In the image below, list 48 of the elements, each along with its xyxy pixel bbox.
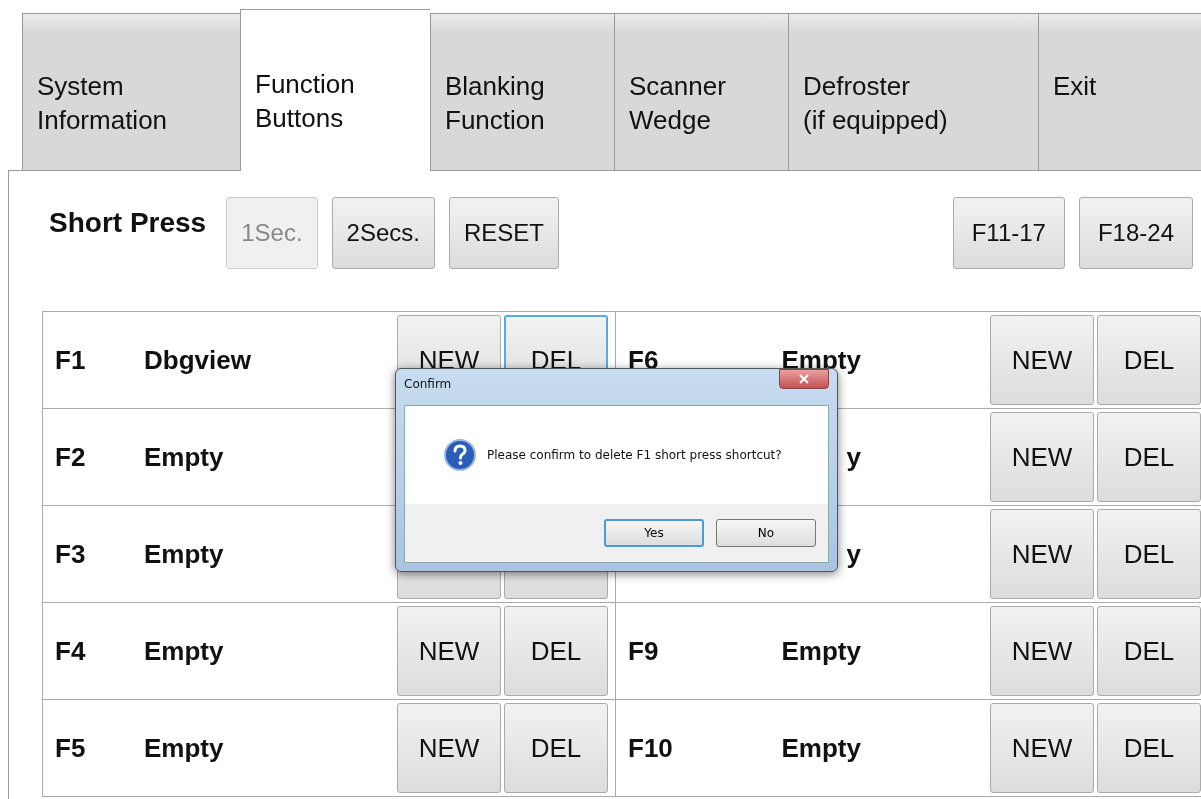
tab[interactable]: System Information [22, 13, 240, 171]
tab[interactable]: Defroster (if equipped) [788, 13, 1038, 171]
shortcut-label: y [846, 441, 861, 472]
key-label: F9 [627, 635, 660, 667]
new-button[interactable]: NEW [397, 703, 501, 793]
delete-button[interactable]: DEL [1097, 412, 1201, 502]
tab[interactable]: Function Buttons [240, 9, 430, 171]
new-button[interactable]: NEW [990, 509, 1094, 599]
key-label: F3 [54, 538, 87, 570]
new-button[interactable]: NEW [990, 315, 1094, 405]
tab[interactable]: Exit [1038, 13, 1201, 171]
question-icon [443, 438, 477, 472]
key-label: F4 [54, 635, 87, 667]
new-button[interactable]: NEW [990, 703, 1094, 793]
new-button[interactable]: NEW [397, 606, 501, 696]
delete-button[interactable]: DEL [504, 606, 608, 696]
key-label: F5 [54, 732, 87, 764]
delete-button[interactable]: DEL [1097, 315, 1201, 405]
new-button[interactable]: NEW [990, 412, 1094, 502]
dialog-title: Confirm [404, 377, 452, 391]
shortcut-label: Empty [143, 732, 225, 764]
dialog-message: Please confirm to delete F1 short press shortcut? [487, 448, 782, 462]
dialog-button[interactable]: No [716, 519, 816, 547]
page-button[interactable]: F11-17 [952, 197, 1065, 269]
key-label: F6 [627, 344, 660, 376]
tab[interactable]: Blanking Function [430, 13, 614, 171]
new-button[interactable]: NEW [990, 606, 1094, 696]
dialog-button[interactable]: Yes [604, 519, 704, 547]
page-button[interactable]: F18-24 [1078, 197, 1193, 269]
mode-button[interactable]: 2Secs. [331, 197, 435, 269]
delete-button[interactable]: DEL [1097, 703, 1201, 793]
shortcut-label: Dbgview [143, 344, 252, 376]
shortcut-label: Empty [143, 538, 225, 570]
shortcut-label: Empty [781, 635, 861, 666]
delete-button[interactable]: DEL [504, 703, 608, 793]
shortcut-label: Empty [143, 441, 225, 473]
mode-label: Short Press [49, 207, 207, 239]
tab[interactable]: Scanner Wedge [614, 13, 788, 171]
shortcut-label: Empty [143, 635, 225, 667]
delete-button[interactable]: DEL [1097, 509, 1201, 599]
delete-button[interactable]: DEL [1097, 606, 1201, 696]
close-icon [797, 373, 811, 385]
shortcut-label: Empty [781, 732, 861, 763]
key-label: F10 [627, 732, 674, 764]
key-label: F2 [54, 441, 87, 473]
key-label: F1 [54, 344, 87, 376]
mode-button[interactable]: RESET [448, 197, 559, 269]
shortcut-label: y [846, 538, 861, 569]
